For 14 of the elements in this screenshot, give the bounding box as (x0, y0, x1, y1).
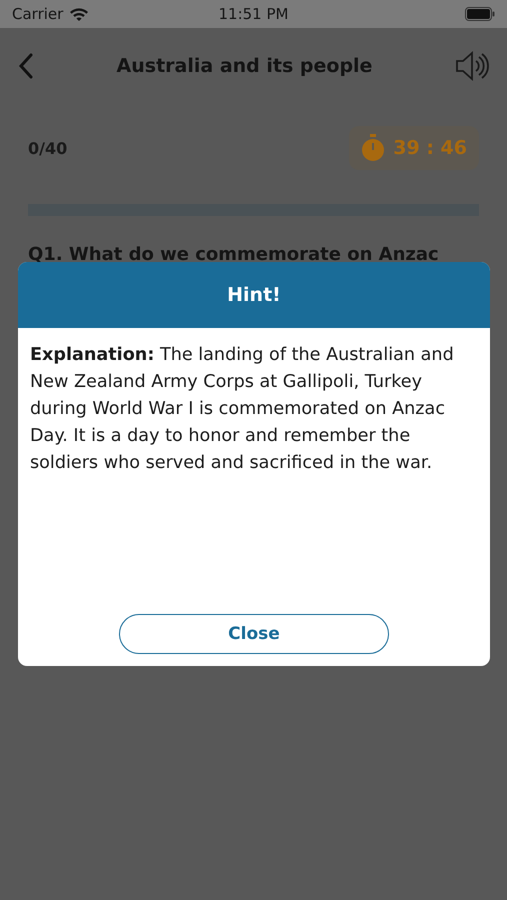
question-text: Q1. What do we commemorate on Anzac (28, 244, 440, 265)
dialog-title: Hint! (18, 262, 490, 328)
explanation-text: Explanation: The landing of the Australian and New Zealand Army Corps at Gallipoli, Turkey during World War I is commemorated on Anzac Day. It is a day to honor and remember the soldiers who served and sacrificed in the war. (29, 344, 455, 475)
stopwatch-icon (361, 134, 386, 162)
battery-icon (465, 7, 495, 21)
carrier-label: Carrier (12, 5, 64, 23)
back-icon[interactable] (18, 53, 34, 79)
screen-title: Australia and its people (116, 55, 374, 77)
timer-text: 39 : 46 (393, 137, 467, 159)
question-counter: 0/40 (28, 138, 68, 158)
speaker-icon[interactable] (455, 50, 489, 82)
wifi-icon (69, 7, 90, 21)
close-button[interactable]: Close (119, 614, 389, 654)
clock-time: 11:51 PM (218, 5, 290, 23)
